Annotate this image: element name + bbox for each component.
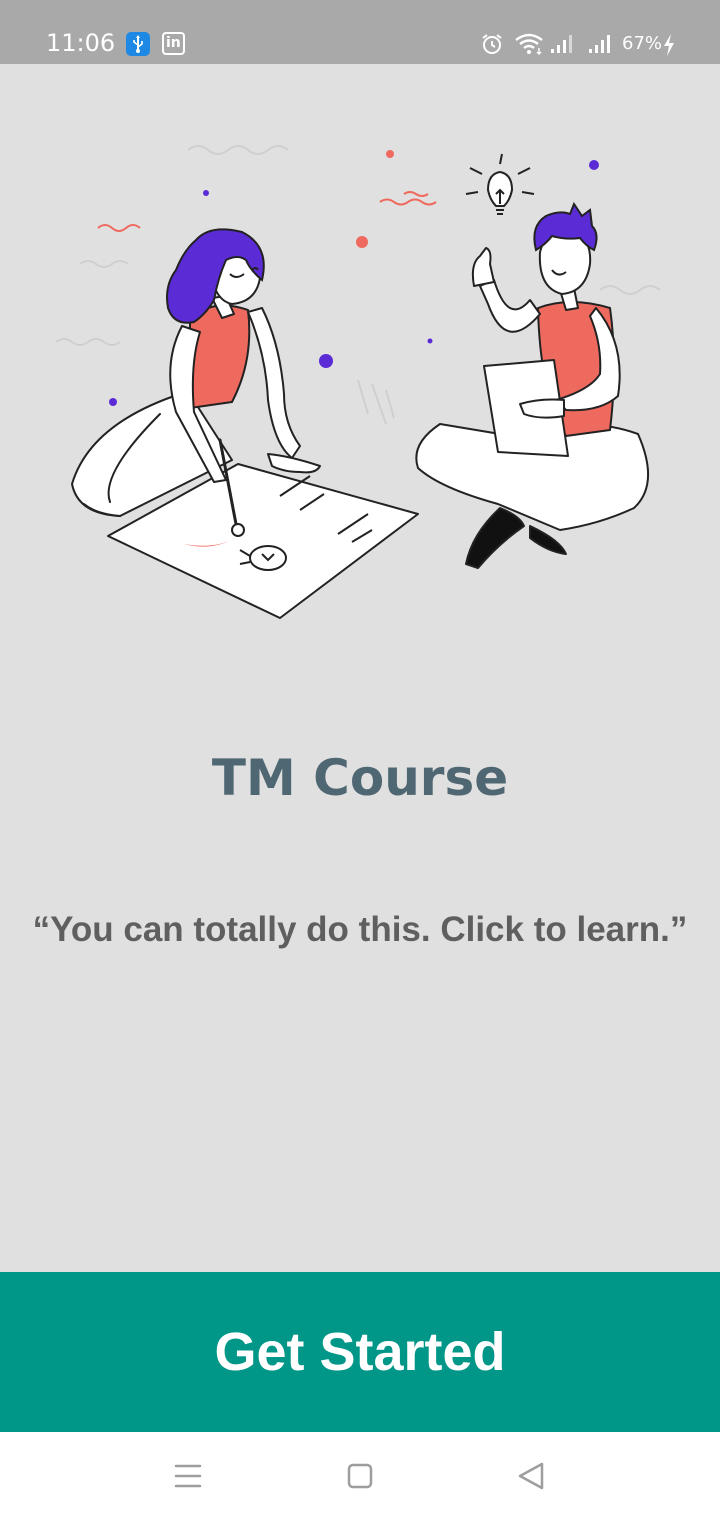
status-time: 11:06	[46, 29, 116, 57]
hero-illustration	[0, 64, 720, 664]
usb-icon	[126, 32, 150, 56]
alarm-icon	[480, 32, 504, 60]
charging-bolt-icon	[662, 34, 676, 60]
get-started-label: Get Started	[214, 1322, 506, 1382]
page-title: TM Course	[211, 749, 509, 807]
linkedin-icon: in	[162, 32, 185, 55]
signal-icon	[550, 34, 576, 58]
home-icon[interactable]	[340, 1456, 380, 1496]
wifi-icon	[514, 32, 546, 60]
recents-icon[interactable]	[168, 1456, 208, 1496]
back-icon[interactable]	[512, 1456, 552, 1496]
status-bar: 11:06 in 67%	[0, 0, 720, 64]
get-started-button[interactable]: Get Started	[0, 1272, 720, 1432]
signal-icon	[588, 34, 614, 58]
system-nav-bar	[0, 1432, 720, 1520]
tagline: “You can totally do this. Click to learn…	[32, 910, 688, 949]
linkedin-label: in	[166, 35, 181, 51]
battery-text: 67%	[622, 33, 663, 54]
